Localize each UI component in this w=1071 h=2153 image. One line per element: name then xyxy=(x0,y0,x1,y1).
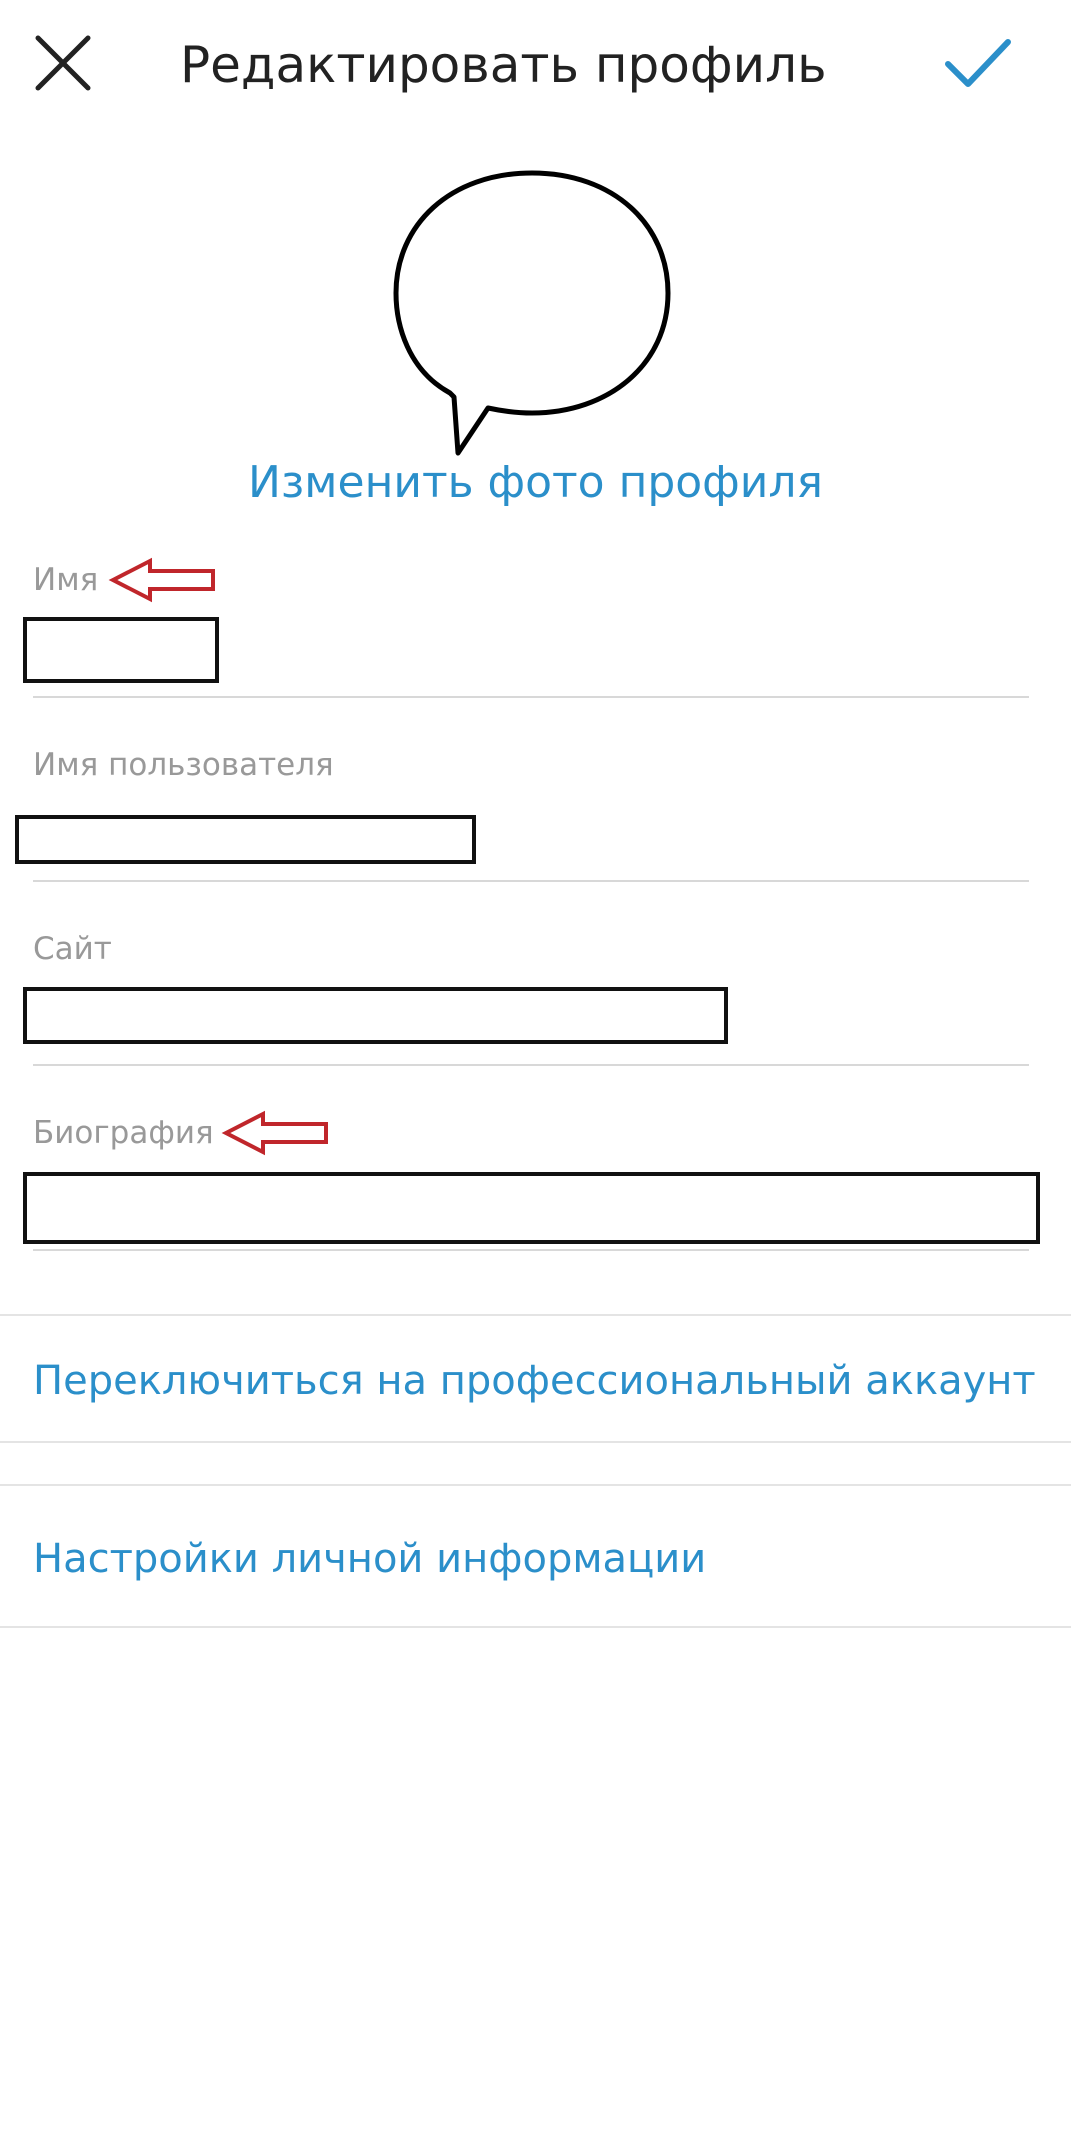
name-field[interactable] xyxy=(23,617,219,683)
save-button[interactable] xyxy=(940,30,1015,95)
divider xyxy=(33,1064,1029,1066)
section-divider xyxy=(0,1484,1071,1486)
checkmark-icon xyxy=(945,39,1011,87)
divider xyxy=(33,696,1029,698)
section-divider xyxy=(0,1626,1071,1628)
website-field[interactable] xyxy=(23,987,728,1044)
switch-to-professional-link[interactable]: Переключиться на профессиональный аккаун… xyxy=(33,1336,1036,1426)
left-arrow-icon xyxy=(108,557,218,603)
username-label: Имя пользователя xyxy=(33,747,334,783)
speech-bubble-icon xyxy=(393,170,671,456)
bio-field[interactable] xyxy=(23,1172,1040,1244)
profile-photo[interactable] xyxy=(388,165,676,465)
username-field[interactable] xyxy=(15,815,476,864)
divider xyxy=(33,880,1029,882)
change-photo-link[interactable]: Изменить фото профиля xyxy=(0,448,1071,518)
bio-label: Биография xyxy=(33,1115,214,1151)
close-button[interactable] xyxy=(28,28,98,98)
page-title: Редактировать профиль xyxy=(180,36,827,94)
close-icon xyxy=(35,35,91,91)
section-divider xyxy=(0,1314,1071,1316)
website-label: Сайт xyxy=(33,931,112,967)
name-label: Имя xyxy=(33,562,99,598)
divider xyxy=(33,1249,1029,1251)
personal-info-settings-link[interactable]: Настройки личной информации xyxy=(33,1514,706,1604)
left-arrow-icon xyxy=(221,1110,331,1156)
section-divider xyxy=(0,1441,1071,1443)
